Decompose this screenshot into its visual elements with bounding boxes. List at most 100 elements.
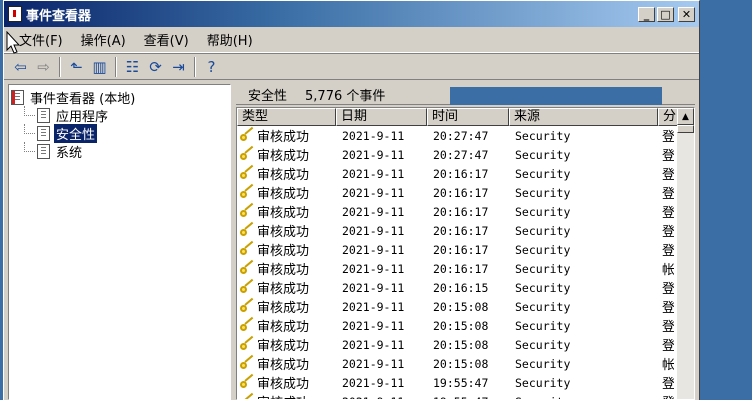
maximize-button[interactable]: □ (657, 6, 674, 22)
cell-type-text: 审核成功 (257, 130, 310, 145)
cell-type: 审核成功 (237, 221, 336, 240)
arrow-left-icon[interactable]: ⇦ (9, 56, 32, 78)
cell-category: 登 (662, 168, 674, 183)
tree-label-root: 事件查看器 (本地) (30, 91, 136, 107)
cell-type-text: 审核成功 (257, 149, 310, 164)
cell-date: 2021-9-11 (342, 147, 405, 162)
cell-type: 审核成功 (237, 278, 336, 297)
minimize-button[interactable]: _ (638, 6, 655, 22)
column-header-source[interactable]: 来源 (509, 108, 658, 126)
column-header-time[interactable]: 时间 (427, 108, 509, 126)
cell-type: 审核成功 (237, 392, 336, 399)
vertical-scrollbar[interactable]: ▲ (677, 108, 694, 399)
cell-type-text: 审核成功 (257, 377, 310, 392)
close-icon: ✕ (681, 7, 692, 21)
details-pane: 安全性 5,776 个事件 类型 日期 时间 来源 分 审核成功 2021-9-1… (236, 84, 695, 400)
table-row[interactable]: 审核成功2021-9-1119:55:47Security登 (237, 373, 694, 392)
cell-time: 20:15:08 (433, 337, 489, 352)
cell-type: 审核成功 (237, 354, 336, 373)
window-title: 事件查看器 (26, 8, 92, 24)
export-list-icon[interactable]: ⇥ (167, 56, 190, 78)
cell-date: 2021-9-11 (342, 223, 405, 238)
table-row[interactable]: 审核成功 2021-9-11 20:16:17 Security 登 (237, 183, 694, 202)
table-row[interactable]: 审核成功 2021-9-11 20:16:17 Security 登 (237, 202, 694, 221)
cell-category: 登 (662, 377, 674, 392)
tree-item-system[interactable]: 系统 (11, 142, 228, 161)
table-row[interactable]: 审核成功 2021-9-11 20:15:08 Security 登 (237, 335, 694, 354)
key-icon (239, 126, 256, 143)
close-button[interactable]: ✕ (678, 6, 695, 22)
cell-date: 2021-9-11 (342, 318, 405, 333)
cell-date: 2021-9-11 (342, 299, 405, 314)
cell-time: 20:16:17 (433, 242, 489, 257)
arrow-right-icon[interactable]: ⇨ (32, 56, 55, 78)
tree-label-security: 安全性 (52, 122, 99, 144)
help-icon[interactable]: ? (200, 56, 223, 78)
table-row[interactable]: 审核成功2021-9-1119:55:47Security登 (237, 392, 694, 400)
cell-time: 20:27:47 (433, 128, 489, 143)
cell-category: 登 (662, 301, 674, 316)
cell-date: 2021-9-11 (342, 261, 405, 276)
table-row[interactable]: 审核成功 2021-9-11 20:15:08 Security 登 (237, 297, 694, 316)
properties-icon[interactable]: ☷ (121, 56, 144, 78)
toolbar: ⇦ ⇨ ⬑ ▥ ☷ ⟳ ⇥ ? (4, 53, 699, 80)
key-icon (239, 297, 256, 314)
key-icon (239, 221, 256, 238)
cell-type-text: 审核成功 (257, 301, 310, 316)
cell-type: 审核成功 (237, 202, 336, 221)
refresh-icon[interactable]: ⟳ (144, 56, 167, 78)
table-row[interactable]: 审核成功 2021-9-11 20:16:17 Security 登 (237, 164, 694, 183)
table-row[interactable]: 审核成功 2021-9-11 20:16:15 Security 登 (237, 278, 694, 297)
cell-type-text: 审核成功 (257, 358, 310, 373)
title-bar[interactable]: 事件查看器 _ □ ✕ (4, 1, 699, 27)
table-row[interactable]: 审核成功 2021-9-11 20:15:08 Security 登 (237, 316, 694, 335)
cell-category: 登 (662, 206, 674, 221)
show-hide-tree-icon[interactable]: ▥ (88, 56, 111, 78)
maximize-icon: □ (660, 7, 671, 21)
tree-item-security[interactable]: 安全性 (11, 122, 228, 144)
cell-date: 2021-9-11 (342, 280, 405, 295)
tree-label-application: 应用程序 (56, 109, 109, 125)
cell-source: Security (515, 128, 571, 143)
cell-source: Security (509, 395, 658, 400)
cell-category: 登 (662, 149, 674, 164)
pane-header: 安全性 5,776 个事件 (236, 84, 695, 105)
cell-source: Security (515, 375, 571, 390)
menu-help[interactable]: 帮助(H) (198, 27, 262, 52)
cell-source: Security (515, 318, 571, 333)
cell-type-text: 审核成功 (257, 187, 310, 202)
scroll-thumb[interactable] (677, 125, 694, 133)
up-folder-icon[interactable]: ⬑ (65, 56, 88, 78)
scroll-up-button[interactable]: ▲ (677, 108, 694, 125)
cell-source: Security (515, 185, 571, 200)
tree-item-root[interactable]: 事件查看器 (本地) (11, 88, 228, 107)
table-row[interactable]: 审核成功 2021-9-11 20:16:17 Security 登 (237, 221, 694, 240)
table-row[interactable]: 审核成功 2021-9-11 20:27:47 Security 登 (237, 126, 694, 145)
cell-time: 19:55:47 (433, 375, 489, 390)
key-icon (239, 259, 256, 276)
table-row[interactable]: 审核成功 2021-9-11 20:16:17 Security 帐 (237, 259, 694, 278)
cell-category: 登 (662, 187, 674, 202)
tree-item-application[interactable]: 应用程序 (11, 106, 228, 125)
cell-type-text: 审核成功 (257, 168, 310, 183)
cell-time: 20:16:15 (433, 280, 489, 295)
cell-time: 20:16:17 (433, 185, 489, 200)
cell-date: 2021-9-11 (342, 356, 405, 371)
cell-type-text: 审核成功 (257, 282, 310, 297)
cell-source: Security (515, 356, 571, 371)
cell-type: 审核成功 (237, 145, 336, 164)
menu-action[interactable]: 操作(A) (72, 27, 135, 52)
table-row[interactable]: 审核成功 2021-9-11 20:16:17 Security 登 (237, 240, 694, 259)
key-icon (239, 373, 256, 390)
table-row[interactable]: 审核成功 2021-9-11 20:15:08 Security 帐 (237, 354, 694, 373)
column-header-date[interactable]: 日期 (336, 108, 427, 126)
cell-category: 登 (658, 392, 674, 399)
cell-type-text: 审核成功 (257, 339, 310, 354)
console-tree: 事件查看器 (本地) 应用程序 安全性 系统 (8, 84, 231, 400)
table-row[interactable]: 审核成功 2021-9-11 20:27:47 Security 登 (237, 145, 694, 164)
menu-view[interactable]: 查看(V) (135, 27, 198, 52)
column-header-type[interactable]: 类型 (237, 108, 336, 126)
event-count: 5,776 个事件 (305, 88, 386, 104)
cell-date: 2021-9-11 (342, 185, 405, 200)
minimize-icon: _ (643, 7, 650, 21)
